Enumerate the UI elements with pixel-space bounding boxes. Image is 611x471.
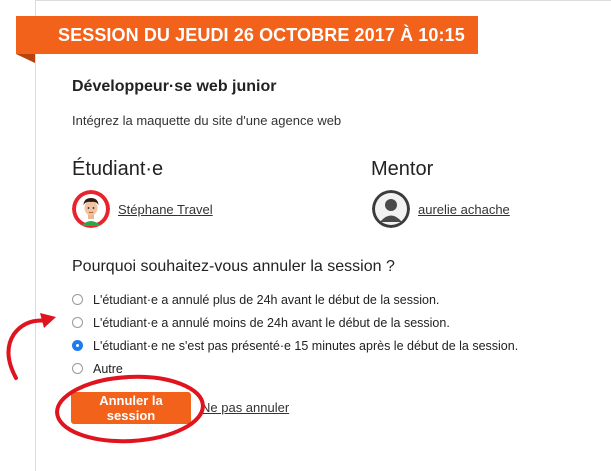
cancel-reason-options: L'étudiant·e a annulé plus de 24h avant … — [72, 288, 518, 380]
option-label: Autre — [93, 361, 123, 376]
banner-fold — [16, 54, 35, 63]
course-title: Développeur·se web junior — [72, 78, 277, 95]
radio-button[interactable] — [72, 317, 83, 328]
student-heading: Étudiant·e — [72, 158, 164, 180]
reason-option-over-24h[interactable]: L'étudiant·e a annulé plus de 24h avant … — [72, 288, 518, 311]
student-name-link[interactable]: Stéphane Travel — [118, 202, 213, 217]
student-avatar-icon — [72, 190, 110, 228]
mentor-heading: Mentor — [371, 158, 434, 180]
course-subtitle: Intégrez la maquette du site d'une agenc… — [72, 113, 342, 128]
mentor-name-link[interactable]: aurelie achache — [418, 202, 510, 217]
cancel-session-button[interactable]: Annuler la session — [71, 392, 191, 424]
keep-session-link[interactable]: Ne pas annuler — [201, 400, 289, 415]
reason-option-no-show[interactable]: L'étudiant·e ne s'est pas présenté·e 15 … — [72, 334, 518, 357]
mentor-avatar-icon — [372, 190, 410, 228]
student-row: Stéphane Travel — [72, 190, 213, 228]
option-label: L'étudiant·e ne s'est pas présenté·e 15 … — [93, 338, 519, 353]
cancel-reason-question: Pourquoi souhaitez-vous annuler la sessi… — [72, 258, 395, 275]
radio-button[interactable] — [72, 294, 83, 305]
radio-button-selected[interactable] — [72, 340, 83, 351]
radio-button[interactable] — [72, 363, 83, 374]
option-label: L'étudiant·e a annulé plus de 24h avant … — [93, 292, 440, 307]
mentor-row: aurelie achache — [372, 190, 510, 228]
reason-option-under-24h[interactable]: L'étudiant·e a annulé moins de 24h avant… — [72, 311, 518, 334]
option-label: L'étudiant·e a annulé moins de 24h avant… — [93, 315, 450, 330]
reason-option-other[interactable]: Autre — [72, 357, 518, 380]
session-banner: SESSION DU JEUDI 26 OCTOBRE 2017 À 10:15 — [16, 16, 478, 54]
